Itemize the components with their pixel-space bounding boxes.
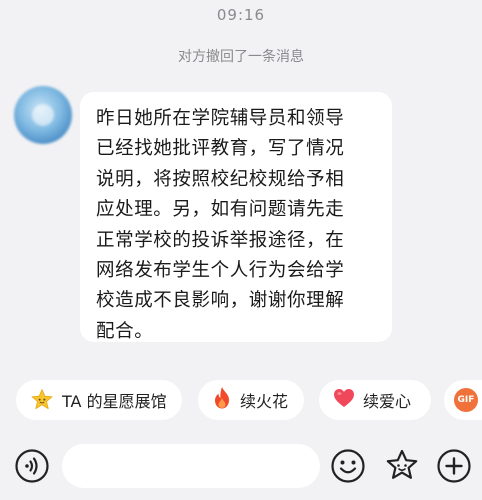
input-toolbar bbox=[0, 432, 482, 500]
sticker-button[interactable] bbox=[384, 448, 420, 484]
gif-icon: GIF bbox=[454, 388, 478, 412]
chip-label: 续爱心 bbox=[363, 392, 412, 411]
emoji-button[interactable] bbox=[330, 448, 366, 484]
continue-love-chip[interactable]: 续爱心 bbox=[319, 380, 431, 420]
gif-chip[interactable]: GIF bbox=[444, 380, 482, 420]
message-line: 配合。 bbox=[96, 320, 154, 342]
continue-spark-chip[interactable]: 续火花 bbox=[198, 380, 304, 420]
message-line: 网络发布学生个人行为会给学 bbox=[96, 260, 345, 282]
chip-label: TA 的星愿展馆 bbox=[62, 392, 167, 411]
message-input[interactable] bbox=[62, 444, 320, 488]
quick-action-bar: TA 的星愿展馆 续火花 续爱心 GIF bbox=[0, 380, 482, 420]
recalled-message-notice: 对方撤回了一条消息 bbox=[178, 49, 304, 65]
message-line: 正常学校的投诉举报途径，在 bbox=[96, 229, 345, 251]
chat-screen: 09:16 对方撤回了一条消息 昨日她所在学院辅导员和领导 已经找她批评教育，写… bbox=[0, 0, 482, 500]
message-line: 应处理。另，如有问题请先走 bbox=[96, 199, 345, 221]
voice-icon bbox=[15, 449, 49, 483]
star-face-icon bbox=[30, 388, 54, 412]
plus-icon bbox=[437, 449, 471, 483]
message-line: 已经找她批评教育，写了情况 bbox=[96, 138, 345, 160]
star-sticker-icon bbox=[386, 449, 418, 479]
message-line: 说明，将按照校纪校规给予相 bbox=[96, 168, 345, 190]
message-line: 校造成不良影响，谢谢你理解 bbox=[96, 290, 345, 312]
smiley-icon bbox=[331, 449, 365, 483]
contact-avatar[interactable] bbox=[14, 86, 72, 144]
more-button[interactable] bbox=[436, 448, 472, 484]
heart-icon bbox=[333, 388, 355, 412]
star-exhibition-chip[interactable]: TA 的星愿展馆 bbox=[16, 380, 182, 420]
message-line: 昨日她所在学院辅导员和领导 bbox=[96, 108, 345, 129]
message-bubble[interactable]: 昨日她所在学院辅导员和领导 已经找她批评教育，写了情况 说明，将按照校纪校规给予… bbox=[80, 92, 392, 342]
chip-label: 续火花 bbox=[240, 392, 289, 411]
message-timestamp: 09:16 bbox=[216, 6, 266, 24]
voice-button[interactable] bbox=[14, 448, 50, 484]
fire-icon bbox=[212, 386, 232, 414]
